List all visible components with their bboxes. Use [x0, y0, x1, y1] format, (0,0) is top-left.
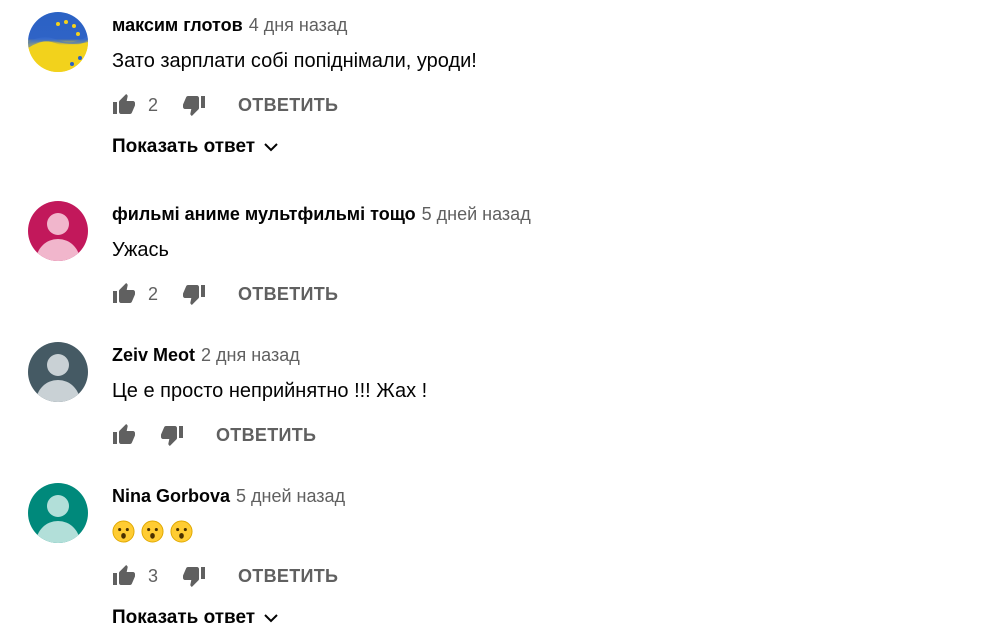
- show-replies-label: Показать ответ: [112, 136, 256, 157]
- chevron-down-icon: [264, 143, 278, 152]
- reply-button[interactable]: ОТВЕТИТЬ: [238, 566, 338, 587]
- like-count: 2: [148, 283, 159, 304]
- comment-header: максим глотов 4 дня назад: [112, 12, 347, 38]
- comment-actions: ОТВЕТИТЬ: [112, 420, 316, 450]
- comment-time[interactable]: 5 дней назад: [422, 204, 531, 224]
- hushed-face-icon: [112, 520, 135, 543]
- show-replies-button[interactable]: Показать ответ: [112, 132, 279, 162]
- thumbs-up-icon[interactable]: [112, 564, 136, 588]
- thumbs-down-icon[interactable]: [182, 282, 206, 306]
- reply-button[interactable]: ОТВЕТИТЬ: [238, 284, 338, 305]
- avatar[interactable]: [28, 342, 88, 402]
- comment-text: Ужась: [112, 239, 169, 261]
- author-name[interactable]: Zeiv Meot: [112, 345, 195, 365]
- avatar[interactable]: [28, 483, 88, 543]
- comment-text: [112, 517, 199, 545]
- avatar-head: [47, 213, 69, 235]
- like-count: 3: [148, 565, 159, 586]
- avatar-head: [47, 495, 69, 517]
- thumbs-up-icon[interactable]: [112, 423, 136, 447]
- avatar-head: [47, 354, 69, 376]
- comment-header: Zeiv Meot 2 дня назад: [112, 342, 300, 368]
- reply-button[interactable]: ОТВЕТИТЬ: [216, 425, 316, 446]
- author-name[interactable]: Nina Gorbova: [112, 486, 230, 506]
- comment-time[interactable]: 2 дня назад: [201, 345, 300, 365]
- thumbs-up-icon[interactable]: [112, 282, 136, 306]
- author-name[interactable]: максим глотов: [112, 15, 243, 35]
- avatar[interactable]: [28, 12, 88, 72]
- hushed-face-icon: [141, 520, 164, 543]
- reply-button[interactable]: ОТВЕТИТЬ: [238, 95, 338, 116]
- show-replies-label: Показать ответ: [112, 607, 256, 628]
- thumbs-down-icon[interactable]: [182, 564, 206, 588]
- hushed-face-icon: [170, 520, 193, 543]
- comment-actions: 2 ОТВЕТИТЬ: [112, 90, 338, 120]
- flag-stars-icon: [28, 20, 88, 72]
- thumbs-down-icon[interactable]: [182, 93, 206, 117]
- avatar[interactable]: [28, 201, 88, 261]
- like-count: 2: [148, 94, 159, 115]
- comment-header: Nina Gorbova 5 дней назад: [112, 483, 345, 509]
- thumbs-down-icon[interactable]: [160, 423, 184, 447]
- comment-text: Це е просто неприйнятно !!! Жах !: [112, 380, 428, 402]
- avatar-body: [36, 521, 80, 543]
- comment-time[interactable]: 4 дня назад: [249, 15, 348, 35]
- comment-text: Зато зарплати собі попіднімали, уроди!: [112, 50, 477, 72]
- comment-header: фильмі аниме мультфильмі тощо 5 дней наза…: [112, 201, 531, 227]
- thumbs-up-icon[interactable]: [112, 93, 136, 117]
- comment-time[interactable]: 5 дней назад: [236, 486, 345, 506]
- comment-actions: 2 ОТВЕТИТЬ: [112, 279, 338, 309]
- show-replies-button[interactable]: Показать ответ: [112, 603, 279, 633]
- author-name[interactable]: фильмі аниме мультфильмі тощо: [112, 204, 416, 224]
- comment-actions: 3 ОТВЕТИТЬ: [112, 561, 338, 591]
- avatar-body: [36, 239, 80, 261]
- chevron-down-icon: [264, 614, 278, 623]
- avatar-body: [36, 380, 80, 402]
